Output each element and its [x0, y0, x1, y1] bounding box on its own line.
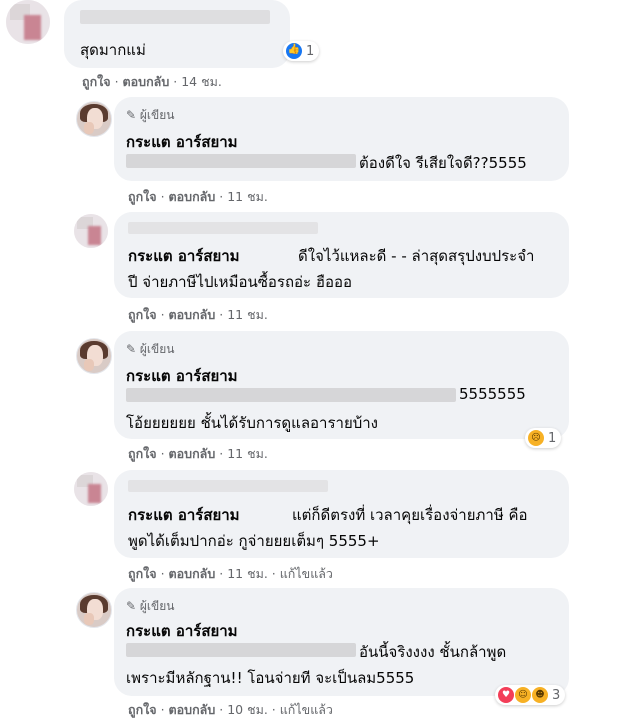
like-icon — [286, 42, 302, 59]
author-badge: ✎ ผู้เขียน — [126, 599, 175, 613]
reaction-count: 1 — [306, 43, 315, 59]
author-badge: ✎ ผู้เขียน — [126, 342, 175, 356]
author-avatar[interactable] — [76, 338, 112, 374]
comment-bubble: กระแต อาร์สยาม ดีใจไว้แหละดี - - ล่าสุดส… — [114, 212, 569, 298]
commenter-name[interactable]: กระแต อาร์สยาม — [126, 619, 238, 643]
comment-actions: ถูกใจ · ตอบกลับ · 11 ชม. — [128, 189, 268, 204]
reply-link[interactable]: ตอบกลับ — [169, 446, 216, 461]
author-avatar[interactable] — [76, 592, 112, 628]
author-avatar[interactable] — [76, 101, 112, 137]
comment-text-line2: พูดได้เต็มปากอ่ะ กูจ่ายยยเต็มๆ 5555+ — [128, 532, 380, 550]
comment-bubble: กระแต อาร์สยาม แต่ก็ดีตรงที่ เวลาคุยเรื่… — [114, 470, 569, 558]
like-link[interactable]: ถูกใจ — [128, 566, 157, 581]
author-badge: ✎ ผู้เขียน — [126, 108, 175, 122]
comment-text-line2: โอ้ยยยยยย ชั้นได้รับการดูแลอารายบ้าง — [126, 414, 378, 432]
timestamp[interactable]: 11 ชม. — [227, 189, 268, 204]
reply-link[interactable]: ตอบกลับ — [169, 189, 216, 204]
like-link[interactable]: ถูกใจ — [128, 702, 157, 717]
timestamp[interactable]: 11 ชม. — [227, 566, 268, 581]
comment-bubble: ✎ ผู้เขียน กระแต อาร์สยาม อันนี้จริงงงง … — [114, 588, 569, 696]
like-link[interactable]: ถูกใจ — [82, 74, 111, 89]
reply-link[interactable]: ตอบกลับ — [169, 307, 216, 322]
reaction-count: 1 — [548, 430, 557, 446]
redacted-tag — [126, 388, 456, 402]
comment-text-line1: แต่ก็ดีตรงที่ เวลาคุยเรื่องจ่ายภาษี คือ — [292, 506, 528, 524]
redacted-tag — [126, 643, 356, 657]
redacted-header — [128, 480, 328, 492]
pencil-icon: ✎ — [126, 108, 140, 122]
commenter-name[interactable]: กระแต อาร์สยาม — [128, 244, 240, 268]
timestamp[interactable]: 14 ชม. — [181, 74, 222, 89]
like-link[interactable]: ถูกใจ — [128, 189, 157, 204]
comment-text: สุดมากแม่ — [80, 41, 146, 59]
like-link[interactable]: ถูกใจ — [128, 446, 157, 461]
comment-text-line1: ดีใจไว้แหละดี - - ล่าสุดสรุปงบประจำ — [298, 247, 535, 265]
redacted-name — [80, 10, 270, 24]
reply-link[interactable]: ตอบกลับ — [123, 74, 170, 89]
reaction-count: 3 — [552, 687, 561, 703]
comment-actions: ถูกใจ · ตอบกลับ · 11 ชม. — [128, 446, 268, 461]
reaction-summary[interactable]: ☹ 1 — [525, 428, 562, 448]
redacted-header — [128, 222, 318, 234]
sad-icon: ☹ — [528, 430, 544, 446]
comment-text-line1: 5555555 — [459, 385, 526, 403]
comment-text-line1: อันนี้จริงงงง ชั้นกล้าพูด — [359, 643, 507, 661]
reply-link[interactable]: ตอบกลับ — [169, 566, 216, 581]
commenter-name[interactable]: กระแต อาร์สยาม — [128, 503, 240, 527]
care-icon: ☻ — [532, 687, 548, 703]
timestamp[interactable]: 11 ชม. — [227, 307, 268, 322]
reaction-summary[interactable]: ♥ ☺ ☻ 3 — [495, 685, 566, 705]
edited-label[interactable]: แก้ไขแล้ว — [280, 566, 333, 581]
comment-bubble: ✎ ผู้เขียน กระแต อาร์สยาม 5555555 โอ้ยยย… — [114, 331, 569, 439]
commenter-name[interactable]: กระแต อาร์สยาม — [126, 364, 238, 388]
comment-bubble: สุดมากแม่ — [64, 0, 290, 68]
comment-actions: ถูกใจ · ตอบกลับ · 10 ชม. · แก้ไขแล้ว — [128, 702, 333, 717]
comment-text-line2: ปี จ่ายภาษีไปเหมือนซื้อรถอ่ะ ฮือออ — [128, 273, 353, 291]
timestamp[interactable]: 11 ชม. — [227, 446, 268, 461]
pencil-icon: ✎ — [126, 599, 140, 613]
pencil-icon: ✎ — [126, 342, 140, 356]
comment-text: ต้องดีใจ รีเสียใจดี??5555 — [359, 154, 527, 172]
comment-bubble: ✎ ผู้เขียน กระแต อาร์สยาม ต้องดีใจ รีเสี… — [114, 97, 569, 181]
commenter-avatar[interactable] — [6, 0, 50, 44]
love-icon: ♥ — [498, 687, 514, 703]
comment-text-line2: เพราะมีหลักฐาน!! โอนจ่ายที จะเป็นลม5555 — [126, 669, 415, 687]
like-link[interactable]: ถูกใจ — [128, 307, 157, 322]
comment-actions: ถูกใจ · ตอบกลับ · 14 ชม. — [82, 74, 222, 89]
commenter-avatar[interactable] — [74, 214, 108, 248]
redacted-tag — [126, 154, 356, 168]
comment-actions: ถูกใจ · ตอบกลับ · 11 ชม. · แก้ไขแล้ว — [128, 566, 333, 581]
haha-icon: ☺ — [515, 687, 531, 703]
reply-link[interactable]: ตอบกลับ — [169, 702, 216, 717]
timestamp[interactable]: 10 ชม. — [227, 702, 268, 717]
commenter-avatar[interactable] — [74, 472, 108, 506]
commenter-name[interactable]: กระแต อาร์สยาม — [126, 130, 238, 154]
reaction-summary[interactable]: 1 — [283, 41, 320, 61]
edited-label[interactable]: แก้ไขแล้ว — [280, 702, 333, 717]
comment-actions: ถูกใจ · ตอบกลับ · 11 ชม. — [128, 307, 268, 322]
